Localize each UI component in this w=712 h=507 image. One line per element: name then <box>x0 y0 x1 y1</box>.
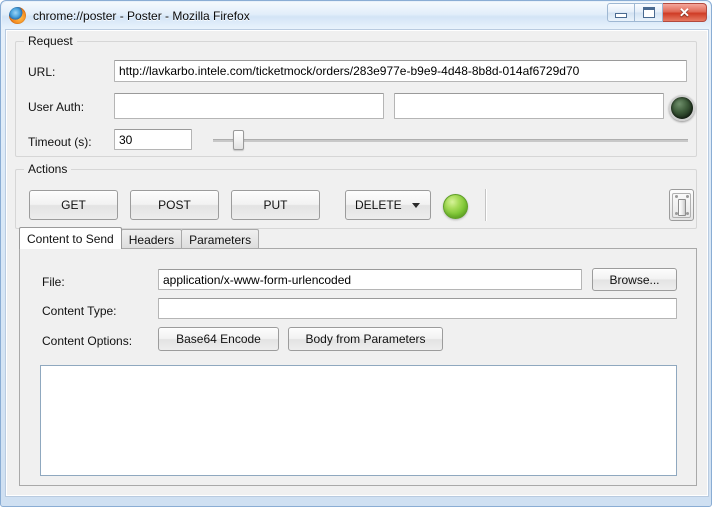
timeout-label: Timeout (s): <box>28 135 92 149</box>
base64-encode-button[interactable]: Base64 Encode <box>158 327 279 351</box>
tab-content-to-send[interactable]: Content to Send <box>19 227 122 249</box>
tab-headers[interactable]: Headers <box>120 229 183 249</box>
window-controls: ✕ <box>607 3 707 22</box>
actions-separator <box>485 189 487 221</box>
get-button[interactable]: GET <box>29 190 118 220</box>
client-area: Request URL: User Auth: Timeout (s): Act… <box>6 30 708 496</box>
put-button[interactable]: PUT <box>231 190 320 220</box>
browse-button[interactable]: Browse... <box>592 268 677 291</box>
minimize-icon <box>615 12 627 18</box>
tab-parameters-label: Parameters <box>189 232 252 247</box>
user-auth-username-input[interactable] <box>114 93 384 119</box>
body-from-parameters-button[interactable]: Body from Parameters <box>288 327 443 351</box>
screw-icon <box>674 195 678 198</box>
close-icon: ✕ <box>679 5 690 20</box>
url-label: URL: <box>28 65 56 79</box>
switch-lever-icon <box>677 198 686 216</box>
screw-icon <box>685 212 689 215</box>
firefox-logo-icon <box>9 7 26 24</box>
content-type-input[interactable] <box>158 298 677 319</box>
switch-plate-icon <box>672 192 691 218</box>
screw-icon <box>685 195 689 198</box>
tab-headers-label: Headers <box>128 232 175 247</box>
content-to-send-panel: File: Browse... Content Type: Content Op… <box>19 248 697 486</box>
tab-parameters[interactable]: Parameters <box>181 229 260 249</box>
actions-group: Actions GET POST PUT DELETE <box>15 162 697 229</box>
user-auth-password-input[interactable] <box>394 93 664 119</box>
maximize-icon <box>642 7 655 18</box>
maximize-button[interactable] <box>635 3 663 22</box>
actions-group-title: Actions <box>24 162 72 176</box>
timeout-input[interactable] <box>114 129 192 150</box>
title-bar: chrome://poster - Poster - Mozilla Firef… <box>2 2 710 29</box>
user-auth-label: User Auth: <box>28 100 85 114</box>
auth-indicator-icon <box>669 95 695 121</box>
close-button[interactable]: ✕ <box>663 3 707 22</box>
window-title: chrome://poster - Poster - Mozilla Firef… <box>33 8 250 23</box>
request-group-title: Request <box>24 34 77 48</box>
request-group: Request URL: User Auth: Timeout (s): <box>15 34 697 157</box>
minimize-button[interactable] <box>607 3 635 22</box>
url-input[interactable] <box>114 60 687 82</box>
method-dropdown-label: DELETE <box>355 198 402 212</box>
chevron-down-icon <box>412 202 420 208</box>
toggle-switch-button[interactable] <box>669 189 694 221</box>
file-input[interactable] <box>158 269 582 290</box>
post-button[interactable]: POST <box>130 190 219 220</box>
poster-window: chrome://poster - Poster - Mozilla Firef… <box>0 0 712 507</box>
content-options-label: Content Options: <box>42 334 133 348</box>
status-indicator-icon[interactable] <box>443 194 468 219</box>
method-dropdown[interactable]: DELETE <box>345 190 431 220</box>
content-type-label: Content Type: <box>42 304 117 318</box>
request-body-textarea[interactable] <box>40 365 677 476</box>
tab-strip: Content to Send Headers Parameters <box>19 227 260 249</box>
timeout-slider-track[interactable] <box>213 139 688 142</box>
file-label: File: <box>42 275 65 289</box>
tab-content-to-send-label: Content to Send <box>27 231 114 246</box>
timeout-slider-thumb[interactable] <box>233 130 244 150</box>
